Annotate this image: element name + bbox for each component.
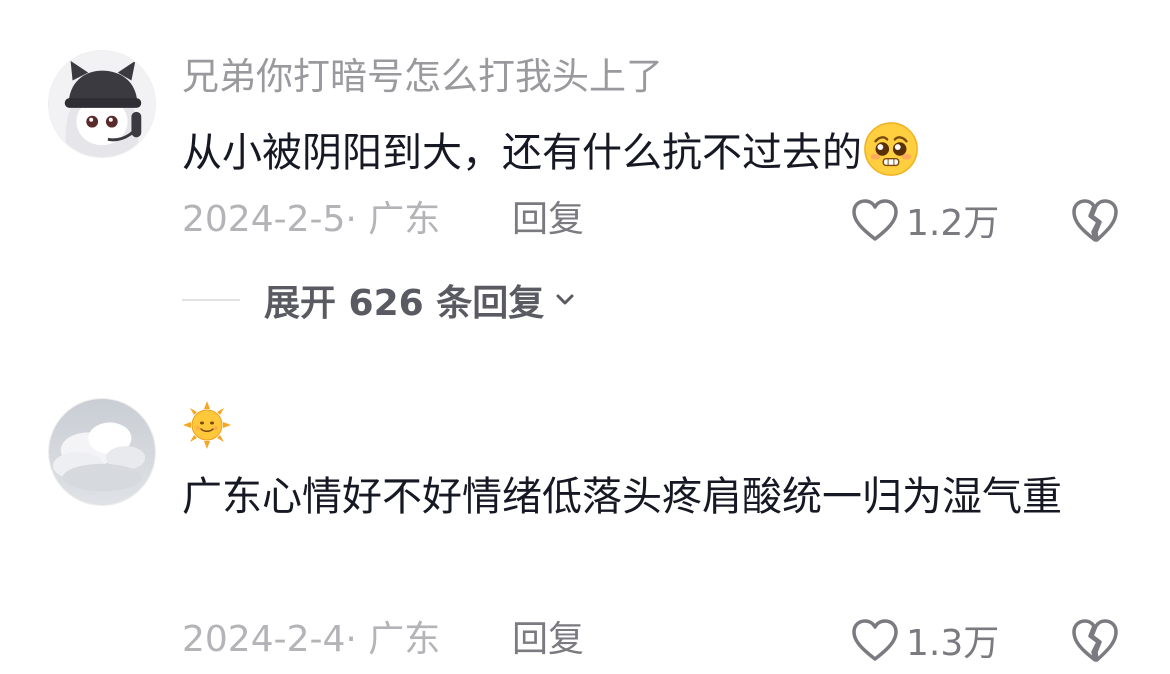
avatar[interactable] (48, 50, 156, 158)
comment-date: 2024-2-4 (182, 619, 346, 660)
anime-girl-cat-ear-headphones-avatar (49, 51, 155, 157)
broken-heart-icon (1072, 199, 1118, 242)
meta-separator: · (345, 619, 369, 660)
username[interactable] (182, 400, 232, 450)
cloud-sky-avatar (49, 399, 155, 505)
comment-date: 2024-2-5 (182, 199, 346, 240)
expand-replies-button[interactable]: 展开 626 条回复 (264, 274, 578, 326)
reply-button[interactable]: 回复 (512, 202, 584, 238)
chevron-down-icon (556, 294, 574, 305)
dislike-button[interactable] (1070, 616, 1120, 664)
like-count: 1.3万 (906, 623, 1000, 664)
heart-outline-icon (852, 619, 898, 661)
expand-replies-label: 展开 626 条回复 (264, 283, 545, 324)
pleading-face-emoji (864, 122, 918, 176)
like-count: 1.2万 (906, 203, 1000, 244)
broken-heart-icon (1072, 619, 1118, 662)
comment-meta: 2024-2-4· 广东 (182, 622, 440, 658)
comment-text-body: 从小被阴阳到大，还有什么抗不过去的 (182, 130, 862, 176)
heart-outline-icon (852, 199, 898, 241)
comment-location: 广东 (368, 199, 441, 240)
like-button[interactable]: 1.2万 (850, 196, 999, 244)
comment-meta: 2024-2-5· 广东 (182, 202, 440, 238)
avatar[interactable] (48, 398, 156, 506)
comment-location: 广东 (368, 619, 441, 660)
sun-with-face-emoji (183, 401, 231, 449)
comment-text: 广东心情好不好情绪低落头疼肩酸统一归为湿气重 (182, 474, 1062, 520)
meta-separator: · (345, 199, 369, 240)
expand-replies-row: 展开 626 条回复 (182, 278, 578, 324)
reply-button[interactable]: 回复 (512, 622, 584, 658)
comment-list: 兄弟你打暗号怎么打我头上了 从小被阴阳到大，还有什么抗不过去的 2024-2-5… (0, 0, 1170, 674)
dislike-button[interactable] (1070, 196, 1120, 244)
username[interactable]: 兄弟你打暗号怎么打我头上了 (182, 58, 663, 95)
like-button[interactable]: 1.3万 (850, 616, 999, 664)
comment-text: 从小被阴阳到大，还有什么抗不过去的 (182, 118, 1132, 188)
expand-divider (182, 299, 240, 301)
